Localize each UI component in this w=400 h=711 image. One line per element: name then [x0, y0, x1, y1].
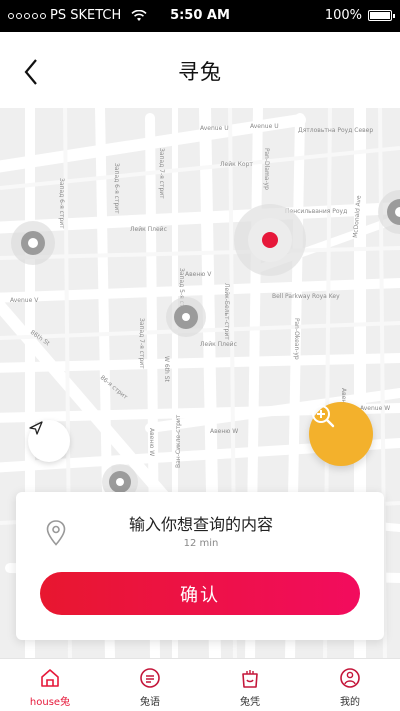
- svg-text:Дятловьтна Роуд Север: Дятловьтна Роуд Север: [298, 127, 373, 134]
- page-title: 寻兔: [178, 60, 222, 84]
- battery-icon: [368, 10, 395, 21]
- map-marker[interactable]: [166, 297, 206, 337]
- bag-icon: [242, 670, 258, 688]
- svg-text:Avenue V: Avenue V: [10, 297, 39, 304]
- svg-text:Avenue W: Avenue W: [360, 405, 390, 412]
- tab-home[interactable]: house兔: [0, 659, 100, 711]
- svg-text:Авеню V: Авеню V: [185, 271, 212, 278]
- selected-map-marker[interactable]: [234, 204, 306, 276]
- svg-text:Авеню W: Авеню W: [148, 428, 155, 456]
- status-bar: PS SKETCH 5:50 AM 100%: [0, 0, 400, 32]
- tab-bag[interactable]: 兔凭: [200, 659, 300, 711]
- svg-text:Лейк Плейс: Лейк Плейс: [200, 341, 237, 348]
- svg-text:Pan-Dlama-yp: Pan-Dlama-yp: [263, 148, 270, 190]
- zoom-in-icon: [312, 405, 335, 428]
- tab-profile[interactable]: 我的: [300, 659, 400, 711]
- location-pin-icon: [46, 520, 66, 546]
- tab-bar: house兔 兔语 兔凭 我的: [0, 658, 400, 711]
- svg-text:Bell Parkway Roya Key: Bell Parkway Roya Key: [272, 293, 340, 300]
- tab-label: house兔: [29, 697, 71, 708]
- locate-button[interactable]: [28, 420, 70, 462]
- search-input[interactable]: [76, 512, 326, 536]
- travel-duration: 12 min: [183, 538, 219, 549]
- svg-text:Запад 6-я стрит: Запад 6-я стрит: [58, 178, 65, 229]
- zoom-search-button[interactable]: [309, 402, 373, 466]
- svg-text:Pan-Okean-yp: Pan-Okean-yp: [293, 318, 300, 360]
- svg-text:Авеню W: Авеню W: [210, 428, 238, 435]
- nav-bar: 寻兔: [0, 32, 400, 108]
- svg-text:Запад 6-я стрит: Запад 6-я стрит: [113, 163, 120, 214]
- map-marker[interactable]: [11, 221, 55, 265]
- profile-icon: [340, 668, 360, 688]
- tab-label: 兔语: [140, 697, 160, 708]
- svg-text:Лейк Плейс: Лейк Плейс: [130, 226, 167, 233]
- navigation-arrow-icon: [29, 421, 43, 435]
- svg-text:Запад 7-я стрит: Запад 7-я стрит: [138, 318, 145, 369]
- svg-text:Ван-Сикле-стрит: Ван-Сикле-стрит: [175, 414, 182, 468]
- search-card: 12 min 确认: [16, 492, 384, 640]
- battery-info: 100%: [324, 8, 395, 23]
- chat-icon: [140, 668, 160, 688]
- tab-label: 我的: [340, 697, 360, 708]
- svg-text:Лейк-Бельт-стрит: Лейк-Бельт-стрит: [223, 283, 230, 340]
- svg-text:Лейк Корт: Лейк Корт: [220, 161, 253, 168]
- svg-text:W 6th St: W 6th St: [163, 356, 170, 383]
- tab-chat[interactable]: 兔语: [100, 659, 200, 711]
- home-icon: [41, 669, 59, 687]
- battery-percent: 100%: [324, 8, 362, 23]
- confirm-button[interactable]: 确认: [40, 572, 360, 615]
- svg-text:Avenue U: Avenue U: [200, 125, 229, 132]
- svg-text:Avenue U: Avenue U: [250, 123, 279, 130]
- tab-label: 兔凭: [240, 697, 260, 708]
- svg-text:Запад 7-я стрит: Запад 7-я стрит: [158, 148, 165, 199]
